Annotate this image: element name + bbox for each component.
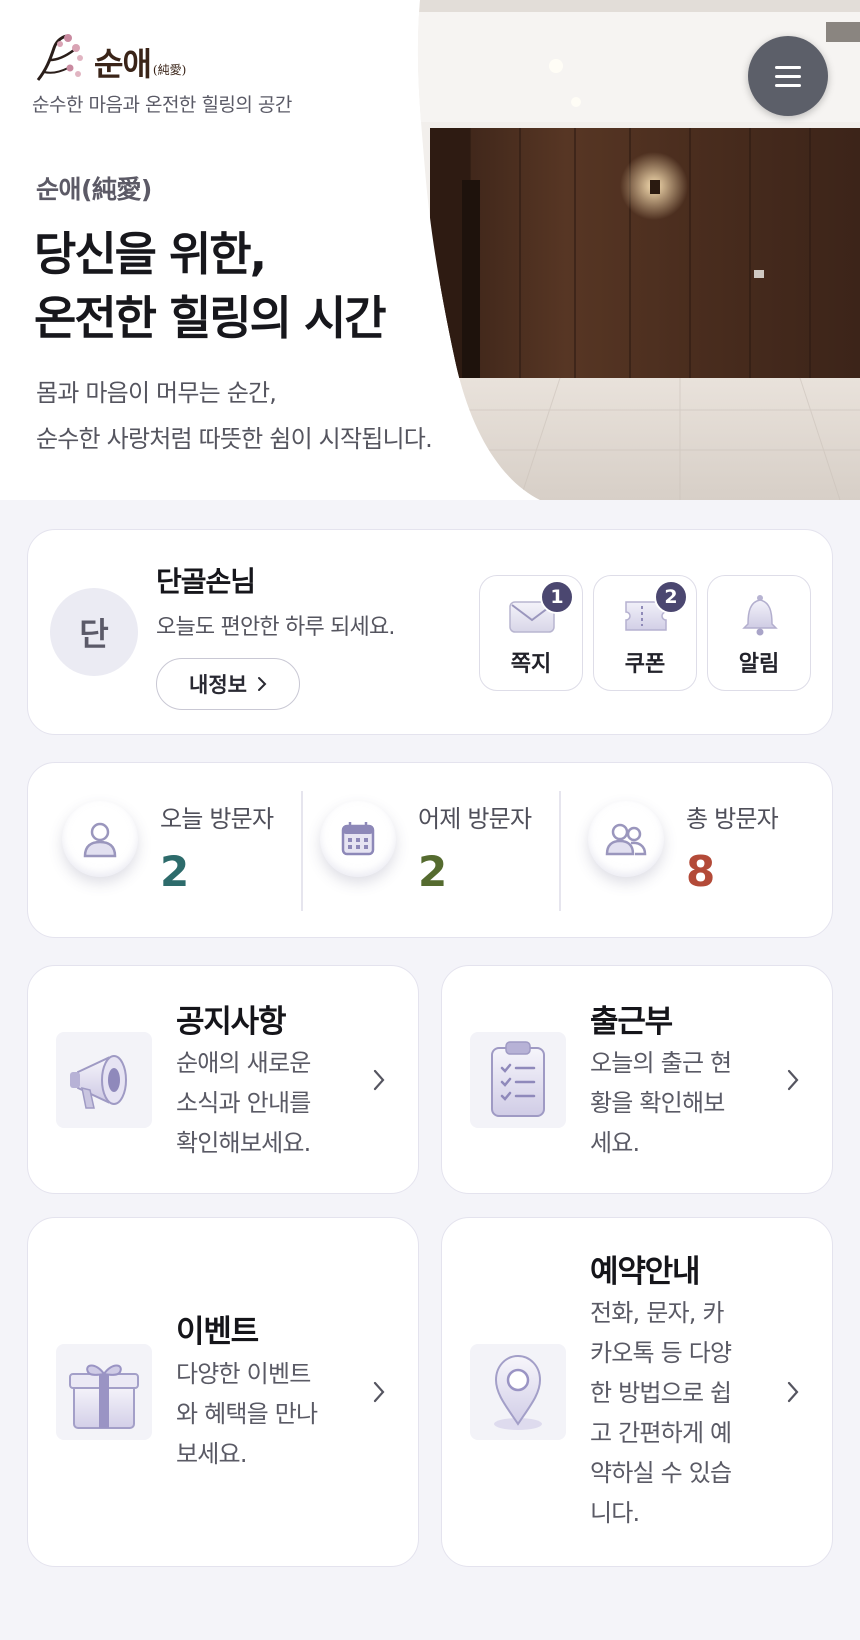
menu-card-event[interactable]: 이벤트 다양한 이벤트 와 혜택을 만나 보세요. bbox=[27, 1217, 419, 1567]
stat-label: 총 방문자 bbox=[686, 805, 779, 833]
hero-description-line: 몸과 마음이 머무는 순간, bbox=[36, 379, 277, 407]
brand-tagline: 순수한 마음과 온전한 힐링의 공간 bbox=[32, 94, 292, 116]
menu-description: 전화, 문자, 카 카오톡 등 다양 한 방법으로 쉽 고 간편하게 예 약하실… bbox=[590, 1293, 758, 1533]
gift-icon bbox=[56, 1344, 152, 1440]
user-greeting: 오늘도 편안한 하루 되세요. bbox=[156, 615, 395, 640]
menu-title: 예약안내 bbox=[590, 1254, 700, 1290]
chevron-right-icon bbox=[787, 1381, 799, 1403]
chevron-right-icon bbox=[373, 1069, 385, 1091]
stat-value-today: 2 bbox=[160, 847, 190, 896]
menu-description-line: 오늘의 출근 현 bbox=[590, 1049, 732, 1077]
menu-card-reservation[interactable]: 예약안내 전화, 문자, 카 카오톡 등 다양 한 방법으로 쉽 고 간편하게 … bbox=[441, 1217, 833, 1567]
my-info-button[interactable]: 내정보 bbox=[156, 658, 300, 710]
coupon-count-badge: 2 bbox=[654, 580, 688, 614]
message-count-badge: 1 bbox=[540, 580, 574, 614]
message-label: 쪽지 bbox=[510, 652, 552, 677]
hero-title: 당신을 위한, 온전한 힐링의 시간 bbox=[34, 222, 387, 350]
menu-title: 이벤트 bbox=[176, 1314, 259, 1350]
hero-title-line: 온전한 힐링의 시간 bbox=[34, 291, 387, 345]
hero-title-line: 당신을 위한, bbox=[34, 227, 267, 281]
user-icon bbox=[62, 801, 138, 877]
menu-card-attendance[interactable]: 출근부 오늘의 출근 현 황을 확인해보 세요. bbox=[441, 965, 833, 1194]
calendar-icon bbox=[320, 801, 396, 877]
coupon-button[interactable]: 2 쿠폰 bbox=[593, 575, 697, 691]
menu-description-line: 전화, 문자, 카 bbox=[590, 1299, 725, 1327]
menu-description-line: 약하실 수 있습 bbox=[590, 1459, 732, 1487]
hero-eyebrow: 순애(純愛) bbox=[36, 175, 152, 204]
menu-description-line: 다양한 이벤트 bbox=[176, 1360, 311, 1388]
user-card: 단 단골손님 오늘도 편안한 하루 되세요. 내정보 1 쪽지 2 쿠폰 알림 bbox=[27, 529, 833, 735]
bell-icon bbox=[742, 595, 778, 636]
menu-description: 오늘의 출근 현 황을 확인해보 세요. bbox=[590, 1043, 758, 1163]
hero-description-line: 순수한 사랑처럼 따뜻한 쉼이 시작됩니다. bbox=[36, 425, 433, 453]
my-info-label: 내정보 bbox=[189, 673, 247, 697]
menu-description-line: 순애의 새로운 bbox=[176, 1049, 311, 1077]
stat-value-yesterday: 2 bbox=[418, 847, 448, 896]
menu-description-line: 니다. bbox=[590, 1499, 640, 1527]
hero-section: 순애 (純愛) 순수한 마음과 온전한 힐링의 공간 순애(純愛) 당신을 위한… bbox=[0, 0, 860, 500]
menu-description-line: 소식과 안내를 bbox=[176, 1089, 311, 1117]
hero-description: 몸과 마음이 머무는 순간, 순수한 사랑처럼 따뜻한 쉼이 시작됩니다. bbox=[36, 370, 433, 462]
menu-description-line: 고 간편하게 예 bbox=[590, 1419, 732, 1447]
menu-description-line: 와 혜택을 만나 bbox=[176, 1400, 318, 1428]
menu-description-line: 카오톡 등 다양 bbox=[590, 1339, 732, 1367]
stat-value-total: 8 bbox=[686, 847, 716, 896]
user-name: 단골손님 bbox=[156, 565, 256, 598]
stat-today: 오늘 방문자 2 bbox=[28, 763, 298, 939]
avatar: 단 bbox=[50, 588, 138, 676]
chevron-right-icon bbox=[787, 1069, 799, 1091]
coupon-label: 쿠폰 bbox=[624, 652, 666, 677]
visitor-stats-card: 오늘 방문자 2 어제 방문자 2 총 방문자 8 bbox=[27, 762, 833, 938]
menu-description-line: 한 방법으로 쉽 bbox=[590, 1379, 732, 1407]
hamburger-icon-line bbox=[775, 74, 801, 78]
brand-logo[interactable]: 순애 (純愛) bbox=[32, 28, 186, 86]
brand-name: 순애 bbox=[94, 45, 152, 83]
chevron-right-icon bbox=[373, 1381, 385, 1403]
chevron-right-icon bbox=[257, 677, 267, 691]
notification-button[interactable]: 알림 bbox=[707, 575, 811, 691]
location-pin-icon bbox=[470, 1344, 566, 1440]
menu-description-line: 보세요. bbox=[176, 1440, 247, 1468]
menu-description-line: 황을 확인해보 bbox=[590, 1089, 725, 1117]
hamburger-icon-line bbox=[775, 65, 801, 69]
menu-card-notice[interactable]: 공지사항 순애의 새로운 소식과 안내를 확인해보세요. bbox=[27, 965, 419, 1194]
menu-title: 출근부 bbox=[590, 1004, 673, 1040]
stat-yesterday: 어제 방문자 2 bbox=[286, 763, 556, 939]
menu-description: 순애의 새로운 소식과 안내를 확인해보세요. bbox=[176, 1043, 344, 1163]
menu-title: 공지사항 bbox=[176, 1004, 286, 1040]
megaphone-icon bbox=[56, 1032, 152, 1128]
users-icon bbox=[588, 801, 664, 877]
menu-description-line: 세요. bbox=[590, 1129, 640, 1157]
stat-total: 총 방문자 8 bbox=[554, 763, 832, 939]
brand-hanja: (純愛) bbox=[152, 63, 187, 77]
hamburger-icon-line bbox=[775, 83, 801, 87]
notification-label: 알림 bbox=[738, 652, 780, 677]
hamburger-menu-button[interactable] bbox=[748, 36, 828, 116]
menu-description: 다양한 이벤트 와 혜택을 만나 보세요. bbox=[176, 1354, 344, 1474]
stat-label: 어제 방문자 bbox=[418, 805, 532, 833]
message-button[interactable]: 1 쪽지 bbox=[479, 575, 583, 691]
cherry-blossom-logo-icon bbox=[36, 34, 83, 81]
menu-description-line: 확인해보세요. bbox=[176, 1129, 311, 1157]
stat-label: 오늘 방문자 bbox=[160, 805, 274, 833]
clipboard-icon bbox=[470, 1032, 566, 1128]
